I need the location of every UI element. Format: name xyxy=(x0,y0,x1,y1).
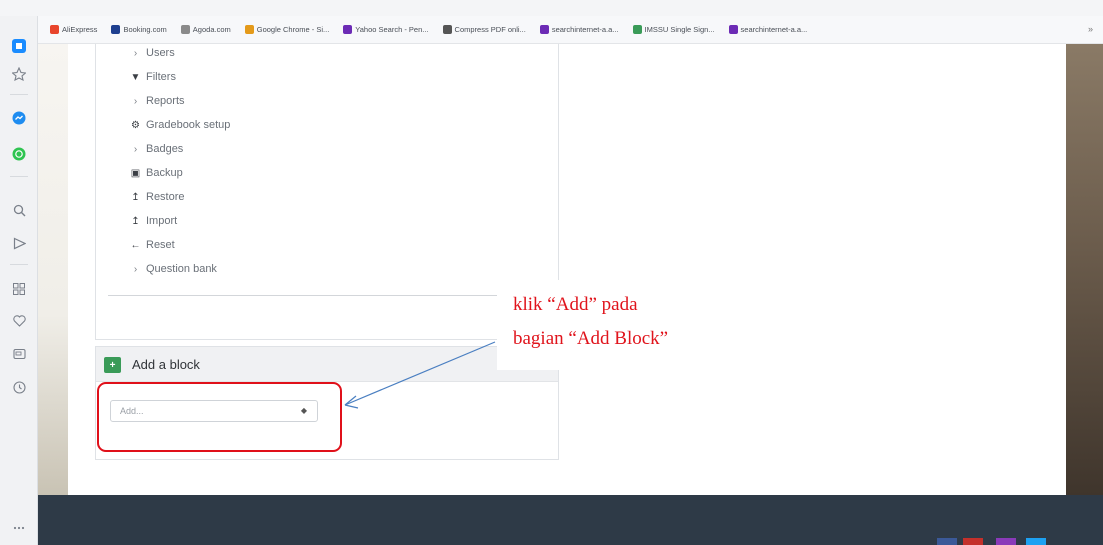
annotation-text-line2: bagian “Add Block” xyxy=(513,328,669,349)
footer-social-icon[interactable] xyxy=(963,538,983,545)
send-icon[interactable] xyxy=(9,233,29,253)
bookmark-label: searchinternet-a.a... xyxy=(740,25,808,34)
footer-social-icon[interactable] xyxy=(937,538,957,545)
bookmark-item[interactable]: searchinternet-a.a... xyxy=(539,25,619,34)
bookmark-item[interactable]: Yahoo Search - Pen... xyxy=(343,25,429,34)
whatsapp-icon[interactable] xyxy=(9,144,29,164)
wallet-icon[interactable] xyxy=(9,344,29,364)
bookmark-favicon-icon xyxy=(111,25,121,34)
more-icon[interactable] xyxy=(9,518,29,538)
admin-nav-label: Restore xyxy=(146,191,185,203)
bookmark-favicon-icon xyxy=(343,25,353,34)
bookmark-item[interactable]: Booking.com xyxy=(111,25,167,34)
admin-nav-item[interactable]: ← Reset xyxy=(130,239,175,251)
bookmark-label: searchinternet-a.a... xyxy=(551,25,619,34)
bookmark-item[interactable]: AliExpress xyxy=(50,25,97,34)
admin-nav-label: Reset xyxy=(146,239,175,251)
admin-nav-label: Question bank xyxy=(146,263,217,275)
admin-nav-item[interactable]: › Reports xyxy=(130,95,185,107)
admin-nav-label: Users xyxy=(146,47,175,59)
import-icon: ↥ xyxy=(131,215,140,227)
bookmark-item[interactable]: IMSSU Single Sign... xyxy=(632,25,715,34)
admin-nav-item[interactable]: ↥ Import xyxy=(130,215,177,227)
admin-nav-label: Filters xyxy=(146,71,176,83)
admin-nav-label: Gradebook setup xyxy=(146,119,231,131)
chevron-right-icon: › xyxy=(133,47,138,59)
bookmark-favicon-icon xyxy=(442,25,452,34)
sidebar-separator xyxy=(10,264,28,265)
footer-social-icon[interactable] xyxy=(996,538,1016,545)
bookmark-label: AliExpress xyxy=(62,25,98,34)
annotation-text-line1: klik “Add” pada xyxy=(513,294,638,315)
admin-nav-label: Reports xyxy=(146,95,185,107)
restore-icon: ↥ xyxy=(131,191,140,203)
add-block-title: Add a block xyxy=(132,357,200,372)
bookmark-label: Google Chrome - Si... xyxy=(256,25,330,34)
history-icon[interactable] xyxy=(9,377,29,397)
bookmark-favicon-icon xyxy=(728,25,738,34)
bookmark-favicon-icon xyxy=(180,25,190,34)
heart-icon[interactable] xyxy=(9,311,29,331)
admin-nav-item[interactable]: ▼ Filters xyxy=(130,71,176,83)
sidebar-separator xyxy=(10,94,28,95)
bookmark-label: Agoda.com xyxy=(192,25,231,34)
star-icon[interactable] xyxy=(9,64,29,84)
admin-nav-label: Import xyxy=(146,215,178,227)
bookmark-label: Booking.com xyxy=(123,25,167,34)
bookmark-favicon-icon xyxy=(244,25,254,34)
page-left-edge xyxy=(38,44,68,495)
bookmark-item[interactable]: Compress PDF onli... xyxy=(442,25,526,34)
page-right-edge xyxy=(1066,44,1103,495)
footer-social-icon[interactable] xyxy=(1026,538,1046,545)
annotation-callout: klik “Add” pada bagian “Add Block” xyxy=(497,280,759,370)
bookmark-favicon-icon xyxy=(50,25,59,34)
admin-nav-item[interactable]: ↥ Restore xyxy=(130,191,185,203)
browser-top-strip xyxy=(0,0,1103,16)
admin-nav-list: › Users ▼ Filters › Reports ⚙ Gradebook setup › B… xyxy=(108,44,554,296)
bookmark-item[interactable]: Google Chrome - Si... xyxy=(244,25,330,34)
admin-nav-item[interactable]: ⚙ Gradebook setup xyxy=(130,119,230,131)
home-icon[interactable] xyxy=(9,36,29,56)
bookmark-item[interactable]: searchinternet-a.a... xyxy=(728,25,808,34)
backup-icon: ▣ xyxy=(130,167,141,179)
chevron-right-icon: › xyxy=(133,143,138,155)
chevron-right-icon: › xyxy=(133,263,138,275)
admin-nav-item[interactable]: › Question bank xyxy=(130,263,217,275)
admin-nav-item[interactable]: › Badges xyxy=(130,143,183,155)
bookmark-label: Yahoo Search - Pen... xyxy=(355,25,429,34)
bookmarks-more-button[interactable]: » xyxy=(1088,24,1093,34)
add-block-icon: + xyxy=(104,357,121,373)
bookmark-label: IMSSU Single Sign... xyxy=(644,25,715,34)
add-block-header: + Add a block xyxy=(96,347,558,382)
bookmark-label: Compress PDF onli... xyxy=(454,25,526,34)
browser-sidebar xyxy=(0,16,38,545)
apps-icon[interactable] xyxy=(9,279,29,299)
sidebar-separator xyxy=(10,176,28,177)
bookmarks-bar: AliExpress Booking.com Agoda.com Google Chr… xyxy=(38,16,1103,44)
admin-nav-item[interactable]: ▣ Backup xyxy=(130,167,183,179)
admin-nav-label: Backup xyxy=(146,167,183,179)
filter-icon: ▼ xyxy=(130,71,141,83)
bookmark-favicon-icon xyxy=(539,25,549,34)
reset-arrow-icon: ← xyxy=(130,239,141,251)
chevron-right-icon: › xyxy=(133,95,138,107)
bookmark-item[interactable]: Agoda.com xyxy=(180,25,231,34)
bookmark-favicon-icon xyxy=(632,25,642,34)
admin-nav-item[interactable]: › Users xyxy=(130,47,175,59)
admin-nav-label: Badges xyxy=(146,143,184,155)
messenger-icon[interactable] xyxy=(9,108,29,128)
gear-icon: ⚙ xyxy=(131,119,140,131)
annotation-highlight-box xyxy=(97,382,342,452)
search-icon[interactable] xyxy=(9,200,29,220)
course-administration-block: › Users ▼ Filters › Reports ⚙ Gradebook setup › B… xyxy=(95,44,559,340)
